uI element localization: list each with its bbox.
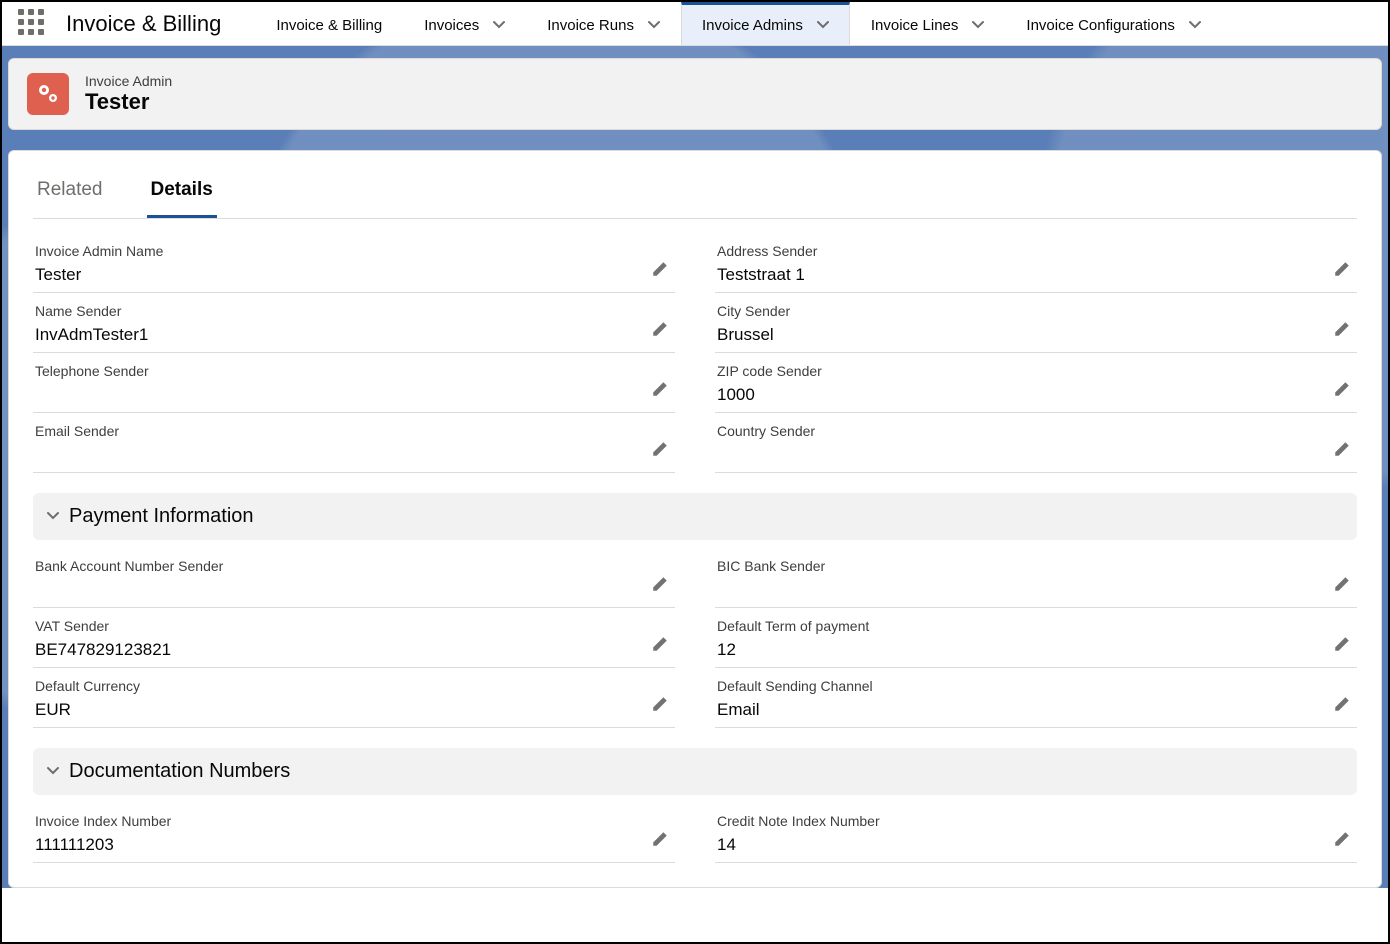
field-telephone-sender: Telephone Sender [33, 353, 675, 413]
field-label: Invoice Index Number [35, 813, 673, 829]
pencil-icon[interactable] [1333, 380, 1351, 398]
chevron-down-icon[interactable] [972, 19, 984, 31]
field-value: Brussel [717, 325, 1355, 345]
field-label: Name Sender [35, 303, 673, 319]
field-default-channel: Default Sending Channel Email [715, 668, 1357, 728]
nav-label: Invoices [424, 17, 479, 34]
tab-details[interactable]: Details [147, 169, 217, 218]
field-value: 12 [717, 640, 1355, 660]
field-label: VAT Sender [35, 618, 673, 634]
field-city-sender: City Sender Brussel [715, 293, 1357, 353]
pencil-icon[interactable] [651, 260, 669, 278]
field-value: InvAdmTester1 [35, 325, 673, 345]
field-label: Default Term of payment [717, 618, 1355, 634]
field-label: Default Currency [35, 678, 673, 694]
field-label: Country Sender [717, 423, 1355, 439]
pencil-icon[interactable] [1333, 830, 1351, 848]
nav-invoice-billing[interactable]: Invoice & Billing [255, 2, 403, 45]
nav-invoice-admins[interactable]: Invoice Admins [681, 2, 850, 45]
field-value: 1000 [717, 385, 1355, 405]
field-invoice-index: Invoice Index Number 111111203 [33, 803, 675, 863]
record-title: Tester [85, 89, 172, 115]
field-country-sender: Country Sender [715, 413, 1357, 473]
field-email-sender: Email Sender [33, 413, 675, 473]
pencil-icon[interactable] [651, 320, 669, 338]
chevron-down-icon[interactable] [817, 19, 829, 31]
record-header: Invoice Admin Tester [8, 58, 1382, 130]
record-object-type: Invoice Admin [85, 73, 172, 89]
details-fields-block1: Invoice Admin Name Tester Address Sender… [33, 233, 1357, 473]
field-bank-account: Bank Account Number Sender [33, 548, 675, 608]
pencil-icon[interactable] [651, 575, 669, 593]
pencil-icon[interactable] [1333, 440, 1351, 458]
app-launcher-icon[interactable] [18, 9, 48, 39]
field-label: Email Sender [35, 423, 673, 439]
chevron-down-icon[interactable] [648, 19, 660, 31]
nav-label: Invoice Lines [871, 17, 959, 34]
record-body: Related Details Invoice Admin Name Teste… [8, 150, 1382, 888]
global-nav: Invoice & Billing Invoice & Billing Invo… [2, 2, 1388, 46]
chevron-down-icon [47, 510, 59, 522]
field-value: 111111203 [35, 835, 673, 855]
pencil-icon[interactable] [1333, 695, 1351, 713]
nav-invoices[interactable]: Invoices [403, 2, 526, 45]
field-value: EUR [35, 700, 673, 720]
field-default-term: Default Term of payment 12 [715, 608, 1357, 668]
field-value: 14 [717, 835, 1355, 855]
chevron-down-icon [47, 765, 59, 777]
nav-label: Invoice Runs [547, 17, 634, 34]
record-tabs: Related Details [33, 169, 1357, 219]
field-credit-note-index: Credit Note Index Number 14 [715, 803, 1357, 863]
chevron-down-icon[interactable] [493, 19, 505, 31]
tab-related[interactable]: Related [33, 169, 107, 218]
field-value: Email [717, 700, 1355, 720]
pencil-icon[interactable] [1333, 575, 1351, 593]
field-name-sender: Name Sender InvAdmTester1 [33, 293, 675, 353]
pencil-icon[interactable] [1333, 260, 1351, 278]
nav-invoice-runs[interactable]: Invoice Runs [526, 2, 681, 45]
field-label: ZIP code Sender [717, 363, 1355, 379]
pencil-icon[interactable] [651, 695, 669, 713]
section-payment-information[interactable]: Payment Information [33, 493, 1357, 540]
field-zip-sender: ZIP code Sender 1000 [715, 353, 1357, 413]
nav-invoice-lines[interactable]: Invoice Lines [850, 2, 1006, 45]
nav-label: Invoice Configurations [1026, 17, 1174, 34]
section-documentation-numbers[interactable]: Documentation Numbers [33, 748, 1357, 795]
nav-invoice-configurations[interactable]: Invoice Configurations [1005, 2, 1221, 45]
field-label: BIC Bank Sender [717, 558, 1355, 574]
nav-tabs: Invoice & Billing Invoices Invoice Runs … [255, 2, 1222, 45]
details-fields-payment: Bank Account Number Sender BIC Bank Send… [33, 548, 1357, 728]
field-vat-sender: VAT Sender BE747829123821 [33, 608, 675, 668]
field-label: Address Sender [717, 243, 1355, 259]
section-title: Payment Information [69, 505, 254, 528]
field-bic: BIC Bank Sender [715, 548, 1357, 608]
field-label: Bank Account Number Sender [35, 558, 673, 574]
details-fields-docnum: Invoice Index Number 111111203 Credit No… [33, 803, 1357, 863]
field-label: City Sender [717, 303, 1355, 319]
field-label: Telephone Sender [35, 363, 673, 379]
pencil-icon[interactable] [1333, 635, 1351, 653]
field-label: Default Sending Channel [717, 678, 1355, 694]
field-value: BE747829123821 [35, 640, 673, 660]
field-default-currency: Default Currency EUR [33, 668, 675, 728]
nav-label: Invoice & Billing [276, 17, 382, 34]
field-value: Tester [35, 265, 673, 285]
pencil-icon[interactable] [651, 440, 669, 458]
pencil-icon[interactable] [651, 380, 669, 398]
field-label: Invoice Admin Name [35, 243, 673, 259]
app-name: Invoice & Billing [66, 11, 221, 37]
section-title: Documentation Numbers [69, 760, 290, 783]
pencil-icon[interactable] [1333, 320, 1351, 338]
record-icon [27, 73, 69, 115]
field-value: Teststraat 1 [717, 265, 1355, 285]
field-invoice-admin-name: Invoice Admin Name Tester [33, 233, 675, 293]
nav-label: Invoice Admins [702, 17, 803, 34]
field-label: Credit Note Index Number [717, 813, 1355, 829]
field-address-sender: Address Sender Teststraat 1 [715, 233, 1357, 293]
pencil-icon[interactable] [651, 830, 669, 848]
pencil-icon[interactable] [651, 635, 669, 653]
page-background: Invoice Admin Tester Related Details Inv… [2, 46, 1388, 888]
chevron-down-icon[interactable] [1189, 19, 1201, 31]
